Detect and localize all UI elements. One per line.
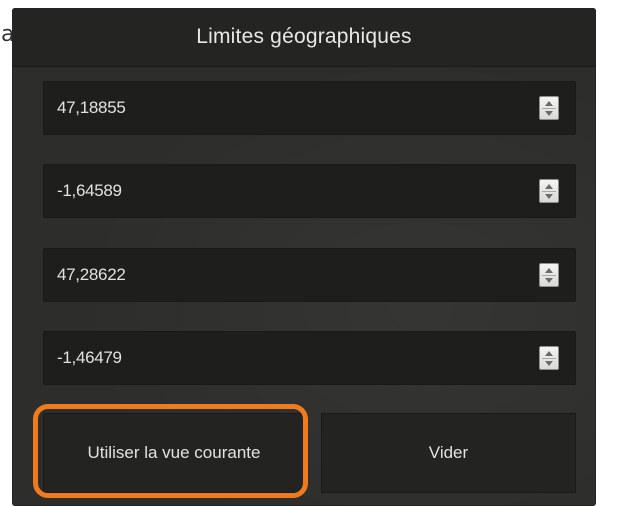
- bound-field-2: [43, 164, 576, 218]
- arrow-down-icon[interactable]: [545, 361, 553, 366]
- bound-input-3[interactable]: [44, 249, 539, 301]
- spinner-divider: [542, 108, 556, 109]
- arrow-up-icon[interactable]: [545, 184, 553, 189]
- panel-header: Limites géographiques: [12, 8, 596, 67]
- bound-input-1[interactable]: [44, 82, 539, 134]
- spinner-icon[interactable]: [539, 179, 559, 203]
- bound-field-1: [43, 81, 576, 135]
- bound-field-3: [43, 248, 576, 302]
- use-current-view-button[interactable]: Utiliser la vue courante: [43, 413, 305, 493]
- spinner-divider: [542, 358, 556, 359]
- spinner-icon[interactable]: [539, 96, 559, 120]
- clear-label: Vider: [428, 443, 469, 462]
- clear-button[interactable]: Vider: [321, 413, 576, 493]
- arrow-up-icon[interactable]: [545, 268, 553, 273]
- arrow-down-icon[interactable]: [545, 194, 553, 199]
- spinner-icon[interactable]: [539, 263, 559, 287]
- arrow-up-icon[interactable]: [545, 351, 553, 356]
- use-current-view-label: Utiliser la vue courante: [87, 443, 261, 462]
- bound-input-4[interactable]: [44, 332, 539, 384]
- spinner-divider: [542, 191, 556, 192]
- arrow-down-icon[interactable]: [545, 278, 553, 283]
- spinner-icon[interactable]: [539, 346, 559, 370]
- panel-title: Limites géographiques: [196, 25, 412, 48]
- bound-input-2[interactable]: [44, 165, 539, 217]
- arrow-down-icon[interactable]: [545, 111, 553, 116]
- spinner-divider: [542, 275, 556, 276]
- arrow-up-icon[interactable]: [545, 101, 553, 106]
- bound-field-4: [43, 331, 576, 385]
